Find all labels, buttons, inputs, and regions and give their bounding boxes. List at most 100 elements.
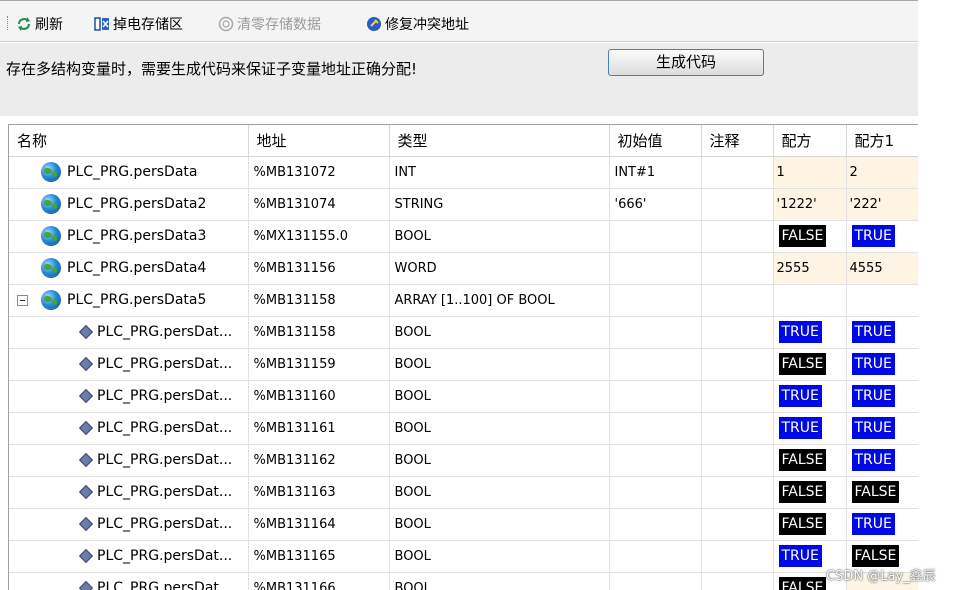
cell-initial-value[interactable] (609, 252, 702, 285)
cell-name[interactable]: PLC_PRG.persDat... (9, 476, 249, 509)
cell-recipe1[interactable]: FALSE (846, 476, 918, 509)
table-row[interactable]: PLC_PRG.persDat... %MB131161 BOOL TRUE TRUE (9, 412, 918, 445)
cell-type[interactable]: ARRAY [1..100] OF BOOL (389, 284, 610, 317)
cell-type[interactable]: BOOL (389, 348, 610, 381)
cell-initial-value[interactable] (609, 572, 702, 590)
cell-address[interactable]: %MB131156 (248, 252, 390, 285)
cell-comment[interactable] (701, 380, 774, 413)
cell-address[interactable]: %MB131163 (248, 476, 390, 509)
cell-name[interactable]: PLC_PRG.persDat... (9, 348, 249, 381)
cell-name[interactable]: PLC_PRG.persDat... (9, 572, 249, 590)
cell-initial-value[interactable]: '666' (609, 188, 702, 221)
cell-comment[interactable] (701, 156, 774, 189)
cell-address[interactable]: %MB131158 (248, 284, 390, 317)
cell-initial-value[interactable] (609, 540, 702, 573)
column-header-recipe[interactable]: 配方 (773, 125, 847, 157)
cell-name[interactable]: PLC_PRG.persData3 (9, 220, 249, 253)
cell-initial-value[interactable] (609, 316, 702, 349)
cell-recipe1[interactable]: 2 (846, 156, 918, 189)
table-row[interactable]: PLC_PRG.persDat... %MB131158 BOOL TRUE TRUE (9, 316, 918, 349)
table-row[interactable]: PLC_PRG.persData2 %MB131074 STRING '666' '12… (9, 188, 918, 221)
cell-initial-value[interactable] (609, 380, 702, 413)
cell-recipe1[interactable]: TRUE (846, 220, 918, 253)
cell-type[interactable]: WORD (389, 252, 610, 285)
cell-type[interactable]: BOOL (389, 572, 610, 590)
cell-type[interactable]: INT (389, 156, 610, 189)
cell-recipe1[interactable]: TRUE (846, 412, 918, 445)
cell-recipe[interactable]: TRUE (773, 412, 847, 445)
cell-initial-value[interactable]: INT#1 (609, 156, 702, 189)
cell-comment[interactable] (701, 572, 774, 590)
cell-address[interactable]: %MB131165 (248, 540, 390, 573)
cell-type[interactable]: BOOL (389, 412, 610, 445)
cell-comment[interactable] (701, 508, 774, 541)
cell-address[interactable]: %MB131158 (248, 316, 390, 349)
table-row[interactable]: PLC_PRG.persData4 %MB131156 WORD 2555 4555 (9, 252, 918, 285)
cell-type[interactable]: BOOL (389, 220, 610, 253)
cell-address[interactable]: %MB131160 (248, 380, 390, 413)
table-row[interactable]: PLC_PRG.persDat... %MB131165 BOOL TRUE FALSE (9, 540, 918, 573)
column-header-recipe1[interactable]: 配方1 (846, 125, 918, 157)
cell-recipe1[interactable]: '222' (846, 188, 918, 221)
cell-type[interactable]: BOOL (389, 444, 610, 477)
cell-initial-value[interactable] (609, 476, 702, 509)
cell-name[interactable]: PLC_PRG.persData5 (9, 284, 249, 317)
cell-type[interactable]: BOOL (389, 540, 610, 573)
power-down-storage-button[interactable]: 掉电存储区 (94, 14, 183, 34)
cell-recipe1[interactable]: TRUE (846, 508, 918, 541)
cell-type[interactable]: STRING (389, 188, 610, 221)
cell-recipe1[interactable]: TRUE (846, 316, 918, 349)
table-row[interactable]: PLC_PRG.persDat... %MB131162 BOOL FALSE TRUE (9, 444, 918, 477)
collapse-toggle-icon[interactable] (17, 294, 28, 306)
cell-comment[interactable] (701, 284, 774, 317)
cell-initial-value[interactable] (609, 284, 702, 317)
cell-address[interactable]: %MX131155.0 (248, 220, 390, 253)
table-row[interactable]: PLC_PRG.persDat... %MB131164 BOOL FALSE TRUE (9, 508, 918, 541)
cell-recipe1[interactable]: 4555 (846, 252, 918, 285)
generate-code-button[interactable]: 生成代码 (608, 49, 764, 76)
cell-name[interactable]: PLC_PRG.persDat... (9, 540, 249, 573)
cell-recipe[interactable]: FALSE (773, 444, 847, 477)
cell-address[interactable]: %MB131162 (248, 444, 390, 477)
cell-recipe[interactable] (773, 284, 847, 317)
cell-recipe[interactable]: FALSE (773, 508, 847, 541)
cell-address[interactable]: %MB131074 (248, 188, 390, 221)
column-header-initial-value[interactable]: 初始值 (609, 125, 702, 157)
repair-address-button[interactable]: 修复冲突地址 (366, 14, 469, 34)
cell-address[interactable]: %MB131072 (248, 156, 390, 189)
cell-initial-value[interactable] (609, 220, 702, 253)
cell-recipe[interactable]: TRUE (773, 316, 847, 349)
cell-comment[interactable] (701, 540, 774, 573)
cell-name[interactable]: PLC_PRG.persDat... (9, 412, 249, 445)
cell-type[interactable]: BOOL (389, 476, 610, 509)
cell-comment[interactable] (701, 316, 774, 349)
cell-recipe[interactable]: 1 (773, 156, 847, 189)
cell-type[interactable]: BOOL (389, 508, 610, 541)
cell-name[interactable]: PLC_PRG.persData (9, 156, 249, 189)
table-row[interactable]: PLC_PRG.persDat... %MB131166 BOOL FALSE (9, 572, 918, 590)
cell-address[interactable]: %MB131164 (248, 508, 390, 541)
cell-recipe[interactable]: TRUE (773, 380, 847, 413)
table-row[interactable]: PLC_PRG.persDat... %MB131159 BOOL FALSE TRUE (9, 348, 918, 381)
table-row[interactable]: PLC_PRG.persData %MB131072 INT INT#1 1 2 (9, 156, 918, 189)
cell-initial-value[interactable] (609, 508, 702, 541)
table-row[interactable]: PLC_PRG.persData3 %MX131155.0 BOOL FALSE TRU… (9, 220, 918, 253)
cell-comment[interactable] (701, 188, 774, 221)
cell-comment[interactable] (701, 476, 774, 509)
clear-storage-button[interactable]: 清零存储数据 (218, 14, 321, 34)
cell-comment[interactable] (701, 220, 774, 253)
cell-recipe[interactable]: '1222' (773, 188, 847, 221)
cell-type[interactable]: BOOL (389, 380, 610, 413)
column-header-type[interactable]: 类型 (389, 125, 610, 157)
cell-name[interactable]: PLC_PRG.persDat... (9, 380, 249, 413)
cell-address[interactable]: %MB131166 (248, 572, 390, 590)
cell-name[interactable]: PLC_PRG.persData4 (9, 252, 249, 285)
table-row[interactable]: PLC_PRG.persDat... %MB131160 BOOL TRUE TRUE (9, 380, 918, 413)
cell-recipe1[interactable] (846, 284, 918, 317)
cell-name[interactable]: PLC_PRG.persDat... (9, 508, 249, 541)
cell-initial-value[interactable] (609, 444, 702, 477)
cell-address[interactable]: %MB131161 (248, 412, 390, 445)
cell-initial-value[interactable] (609, 412, 702, 445)
column-header-name[interactable]: 名称 (9, 125, 249, 157)
cell-comment[interactable] (701, 444, 774, 477)
